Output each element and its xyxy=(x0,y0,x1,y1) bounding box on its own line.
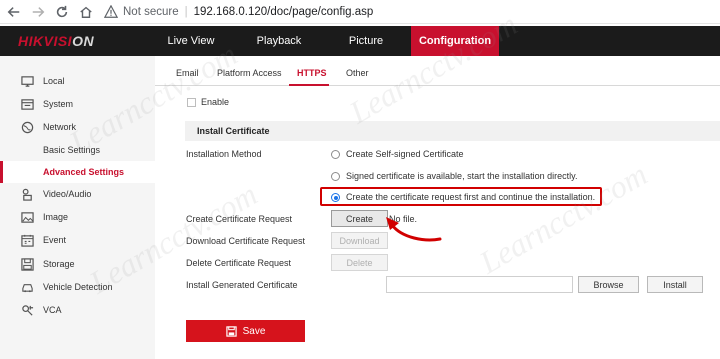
delete-button[interactable]: Delete xyxy=(331,254,388,271)
home-icon[interactable] xyxy=(76,2,96,22)
installation-method-label: Installation Method xyxy=(186,149,262,159)
radio-self-signed[interactable] xyxy=(331,150,340,159)
browse-button[interactable]: Browse xyxy=(578,276,639,293)
tab-other[interactable]: Other xyxy=(346,68,369,78)
sidebar-item-advanced-settings[interactable]: Advanced Settings xyxy=(0,161,155,183)
save-disk-icon xyxy=(225,325,237,337)
sidebar-item-vehicle-detection[interactable]: Vehicle Detection xyxy=(0,276,155,298)
download-button[interactable]: Download xyxy=(331,232,388,249)
enable-checkbox[interactable] xyxy=(187,98,196,107)
option-signed-available-label: Signed certificate is available, start t… xyxy=(346,171,578,181)
address-bar[interactable]: Not secure | 192.168.0.120/doc/page/conf… xyxy=(104,4,374,19)
radio-signed-available[interactable] xyxy=(331,172,340,181)
security-label: Not secure xyxy=(123,5,179,18)
sidebar-item-storage[interactable]: Storage xyxy=(0,253,155,275)
save-button[interactable]: Save xyxy=(186,320,305,342)
enable-label: Enable xyxy=(201,97,230,107)
forward-arrow-icon[interactable] xyxy=(28,2,48,22)
arrow-annotation-icon xyxy=(386,217,442,242)
hikvision-logo: HIKVISION xyxy=(18,33,95,49)
sidebar-item-network[interactable]: Network xyxy=(0,116,155,138)
system-icon xyxy=(20,97,34,111)
certificate-file-path-input[interactable] xyxy=(386,276,573,293)
nav-picture[interactable]: Picture xyxy=(330,26,402,56)
vca-icon xyxy=(20,303,34,317)
sidebar-item-local[interactable]: Local xyxy=(0,70,155,92)
install-certificate-section: Install Certificate xyxy=(185,121,720,141)
sidebar-item-video-audio[interactable]: Video/Audio xyxy=(0,183,155,205)
install-generated-label: Install Generated Certificate xyxy=(186,280,298,290)
image-icon xyxy=(20,210,34,224)
section-title: Install Certificate xyxy=(197,126,270,136)
monitor-icon xyxy=(20,74,34,88)
tab-https[interactable]: HTTPS xyxy=(297,68,327,78)
browser-toolbar: Not secure | 192.168.0.120/doc/page/conf… xyxy=(0,0,720,24)
back-arrow-icon[interactable] xyxy=(4,2,24,22)
url-text: 192.168.0.120/doc/page/config.asp xyxy=(193,5,374,18)
tab-platform-access[interactable]: Platform Access xyxy=(217,68,282,78)
nav-configuration[interactable]: Configuration xyxy=(411,26,499,56)
create-request-label: Create Certificate Request xyxy=(186,214,293,224)
option-self-signed-label: Create Self-signed Certificate xyxy=(346,149,464,159)
calendar-icon xyxy=(20,233,34,247)
app-header: HIKVISION Live View Playback Picture Con… xyxy=(0,26,720,56)
reload-icon[interactable] xyxy=(52,2,72,22)
sidebar: Local System Network Basic Settings Adva… xyxy=(0,56,155,359)
download-request-label: Download Certificate Request xyxy=(186,236,306,246)
nav-playback[interactable]: Playback xyxy=(240,26,318,56)
sidebar-item-basic-settings[interactable]: Basic Settings xyxy=(0,139,155,161)
sidebar-item-event[interactable]: Event xyxy=(0,229,155,251)
vehicle-detection-icon xyxy=(20,280,34,294)
globe-icon xyxy=(20,120,34,134)
sidebar-item-vca[interactable]: VCA xyxy=(0,299,155,321)
warning-icon xyxy=(104,4,118,18)
settings-tabs: Email Platform Access HTTPS Other xyxy=(155,56,720,86)
video-audio-icon xyxy=(20,187,34,201)
option-create-request-label: Create the certificate request first and… xyxy=(346,192,596,202)
page: Not secure | 192.168.0.120/doc/page/conf… xyxy=(0,0,720,359)
url-separator: | xyxy=(184,5,188,18)
nav-live-view[interactable]: Live View xyxy=(155,26,227,56)
sidebar-item-system[interactable]: System xyxy=(0,93,155,115)
tab-email[interactable]: Email xyxy=(176,68,199,78)
sidebar-item-image[interactable]: Image xyxy=(0,206,155,228)
active-tab-indicator xyxy=(289,84,329,86)
install-button[interactable]: Install xyxy=(647,276,703,293)
storage-icon xyxy=(20,257,34,271)
delete-request-label: Delete Certificate Request xyxy=(186,258,292,268)
radio-create-request[interactable] xyxy=(331,193,340,202)
